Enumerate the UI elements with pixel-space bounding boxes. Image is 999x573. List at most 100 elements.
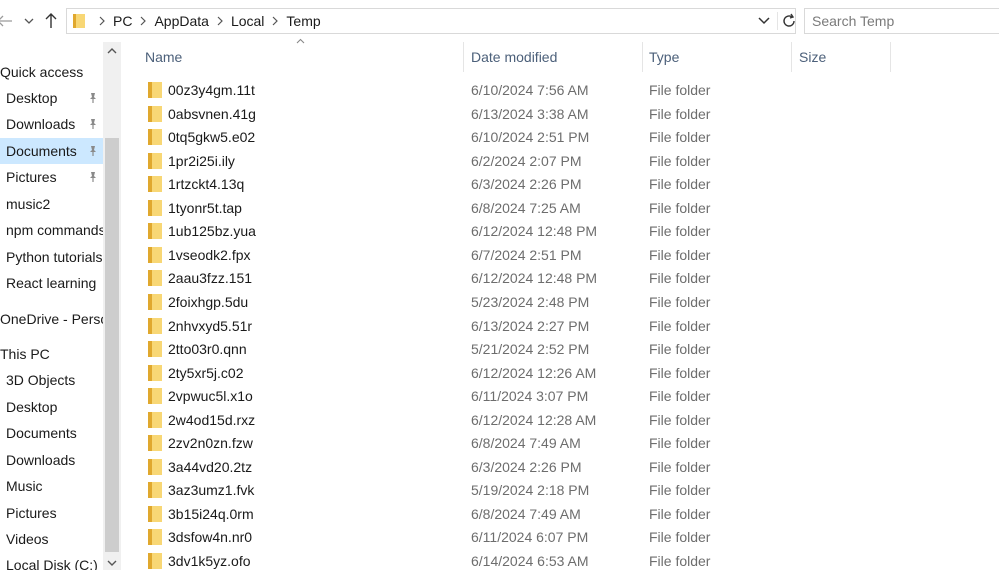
sidebar-item-documents[interactable]: Documents: [0, 138, 103, 164]
chevron-down-icon[interactable]: [757, 14, 771, 28]
file-row[interactable]: 2tto03r0.qnn 5/21/2024 2:52 PM File folder: [121, 338, 999, 361]
file-name[interactable]: 1pr2i25i.ily: [168, 153, 235, 169]
file-type: File folder: [649, 223, 711, 239]
file-row[interactable]: 1ub125bz.yua 6/12/2024 12:48 PM File folde…: [121, 220, 999, 243]
folder-icon: [148, 529, 162, 545]
file-date-modified: 6/14/2024 6:53 AM: [471, 553, 589, 569]
back-button[interactable]: [0, 10, 14, 32]
file-name[interactable]: 00z3y4gm.11t: [168, 82, 255, 98]
recent-locations-button[interactable]: [22, 10, 36, 32]
file-name[interactable]: 3dsfow4n.nr0: [168, 529, 252, 545]
sidebar-item-react-learning[interactable]: React learning: [0, 270, 103, 296]
file-name[interactable]: 2tto03r0.qnn: [168, 341, 247, 357]
column-divider[interactable]: [642, 42, 643, 72]
sidebar-section-onedrive-person[interactable]: OneDrive - Person: [0, 306, 116, 332]
breadcrumb-local[interactable]: Local: [231, 13, 264, 29]
sidebar-item-music[interactable]: Music: [0, 473, 103, 499]
column-divider[interactable]: [463, 42, 464, 72]
sidebar-scrollbar[interactable]: [103, 42, 121, 570]
file-row[interactable]: 1tyonr5t.tap 6/8/2024 7:25 AM File folder: [121, 197, 999, 220]
sidebar-item-downloads[interactable]: Downloads: [0, 447, 103, 473]
scroll-down-icon[interactable]: [107, 558, 117, 568]
column-divider[interactable]: [791, 42, 792, 72]
sidebar-item-npm-commands[interactable]: npm commands: [0, 217, 106, 243]
file-name[interactable]: 1tyonr5t.tap: [168, 200, 242, 216]
back-arrow-icon: [0, 15, 12, 27]
sidebar-item-local-disk-c[interactable]: Local Disk (C:): [0, 552, 103, 570]
sidebar-item-label: Python tutorials: [6, 249, 103, 265]
file-row[interactable]: 0tq5gkw5.e02 6/10/2024 2:51 PM File folder: [121, 126, 999, 149]
file-row[interactable]: 3dsfow4n.nr0 6/11/2024 6:07 PM File folder: [121, 526, 999, 549]
up-button[interactable]: [40, 10, 62, 32]
sidebar-item-documents[interactable]: Documents: [0, 420, 103, 446]
column-header-name[interactable]: Name: [145, 42, 182, 72]
file-row[interactable]: 3az3umz1.fvk 5/19/2024 2:18 PM File folder: [121, 479, 999, 502]
file-name[interactable]: 2w4od15d.rxz: [168, 412, 255, 428]
file-row[interactable]: 2w4od15d.rxz 6/12/2024 12:28 AM File folde…: [121, 409, 999, 432]
pin-icon: [90, 93, 96, 103]
file-name[interactable]: 2vpwuc5l.x1o: [168, 388, 253, 404]
breadcrumb-pc[interactable]: PC: [113, 13, 132, 29]
file-row[interactable]: 1pr2i25i.ily 6/2/2024 2:07 PM File folder: [121, 150, 999, 173]
search-input[interactable]: [805, 9, 999, 33]
file-name[interactable]: 2ty5xr5j.c02: [168, 365, 243, 381]
file-row[interactable]: 2vpwuc5l.x1o 6/11/2024 3:07 PM File folder: [121, 385, 999, 408]
sidebar-item-videos[interactable]: Videos: [0, 526, 103, 552]
refresh-icon[interactable]: [777, 12, 798, 30]
sidebar-item-music2[interactable]: music2: [0, 191, 103, 217]
sidebar-section-quick-access[interactable]: Quick access: [0, 59, 103, 85]
file-name[interactable]: 1ub125bz.yua: [168, 223, 256, 239]
file-name[interactable]: 3a44vd20.2tz: [168, 459, 252, 475]
sidebar-item-pictures[interactable]: Pictures: [0, 500, 103, 526]
scroll-up-icon[interactable]: [107, 46, 117, 56]
file-name[interactable]: 3az3umz1.fvk: [168, 482, 254, 498]
file-name[interactable]: 2nhvxyd5.51r: [168, 318, 252, 334]
breadcrumb-temp[interactable]: Temp: [286, 13, 320, 29]
file-row[interactable]: 2nhvxyd5.51r 6/13/2024 2:27 PM File folder: [121, 315, 999, 338]
file-name[interactable]: 2foixhgp.5du: [168, 294, 248, 310]
address-bar[interactable]: PC AppData Local Temp: [66, 8, 796, 34]
file-row[interactable]: 2zv2n0zn.fzw 6/8/2024 7:49 AM File folder: [121, 432, 999, 455]
sidebar-item-desktop[interactable]: Desktop: [0, 85, 103, 111]
file-row[interactable]: 1rtzckt4.13q 6/3/2024 2:26 PM File folder: [121, 173, 999, 196]
file-row[interactable]: 2ty5xr5j.c02 6/12/2024 12:26 AM File folde…: [121, 362, 999, 385]
column-divider[interactable]: [890, 42, 891, 72]
folder-icon: [148, 341, 162, 357]
chevron-right-icon[interactable]: [140, 16, 147, 26]
up-arrow-icon: [45, 13, 57, 28]
file-name[interactable]: 2aau3fzz.151: [168, 270, 252, 286]
sidebar-item-downloads[interactable]: Downloads: [0, 111, 103, 137]
column-header-type[interactable]: Type: [649, 42, 679, 72]
sidebar-item-desktop[interactable]: Desktop: [0, 394, 103, 420]
sidebar-section-this-pc[interactable]: This PC: [0, 341, 103, 367]
file-row[interactable]: 00z3y4gm.11t 6/10/2024 7:56 AM File folder: [121, 79, 999, 102]
column-header-date-modified[interactable]: Date modified: [471, 42, 557, 72]
breadcrumb-appdata[interactable]: AppData: [154, 13, 208, 29]
sidebar-item-python-tutorials[interactable]: Python tutorials: [0, 244, 103, 270]
sidebar-item-label: Pictures: [6, 169, 57, 185]
file-name[interactable]: 3dv1k5yz.ofo: [168, 553, 251, 569]
file-name[interactable]: 1vseodk2.fpx: [168, 247, 251, 263]
file-row[interactable]: 1vseodk2.fpx 6/7/2024 2:51 PM File folder: [121, 244, 999, 267]
column-header-size[interactable]: Size: [799, 42, 826, 72]
scrollbar-thumb[interactable]: [105, 138, 119, 552]
file-name[interactable]: 2zv2n0zn.fzw: [168, 435, 253, 451]
file-name[interactable]: 3b15i24q.0rm: [168, 506, 254, 522]
file-row[interactable]: 3a44vd20.2tz 6/3/2024 2:26 PM File folder: [121, 456, 999, 479]
chevron-right-icon[interactable]: [217, 16, 223, 26]
file-name[interactable]: 1rtzckt4.13q: [168, 176, 244, 192]
file-row[interactable]: 0absvnen.41g 6/13/2024 3:38 AM File folder: [121, 103, 999, 126]
file-row[interactable]: 2foixhgp.5du 5/23/2024 2:48 PM File folder: [121, 291, 999, 314]
folder-icon: [148, 506, 162, 522]
file-row[interactable]: 2aau3fzz.151 6/12/2024 12:48 PM File folde…: [121, 267, 999, 290]
chevron-right-icon[interactable]: [272, 16, 279, 26]
sidebar-item-3d-objects[interactable]: 3D Objects: [0, 367, 103, 393]
sidebar-item-pictures[interactable]: Pictures: [0, 164, 103, 190]
search-box[interactable]: [804, 8, 999, 34]
file-date-modified: 6/10/2024 2:51 PM: [471, 129, 590, 145]
file-name[interactable]: 0absvnen.41g: [168, 106, 256, 122]
sidebar-item-label: Desktop: [6, 90, 58, 106]
file-row[interactable]: 3b15i24q.0rm 6/8/2024 7:49 AM File folder: [121, 503, 999, 526]
folder-icon: [73, 14, 85, 28]
file-name[interactable]: 0tq5gkw5.e02: [168, 129, 255, 145]
